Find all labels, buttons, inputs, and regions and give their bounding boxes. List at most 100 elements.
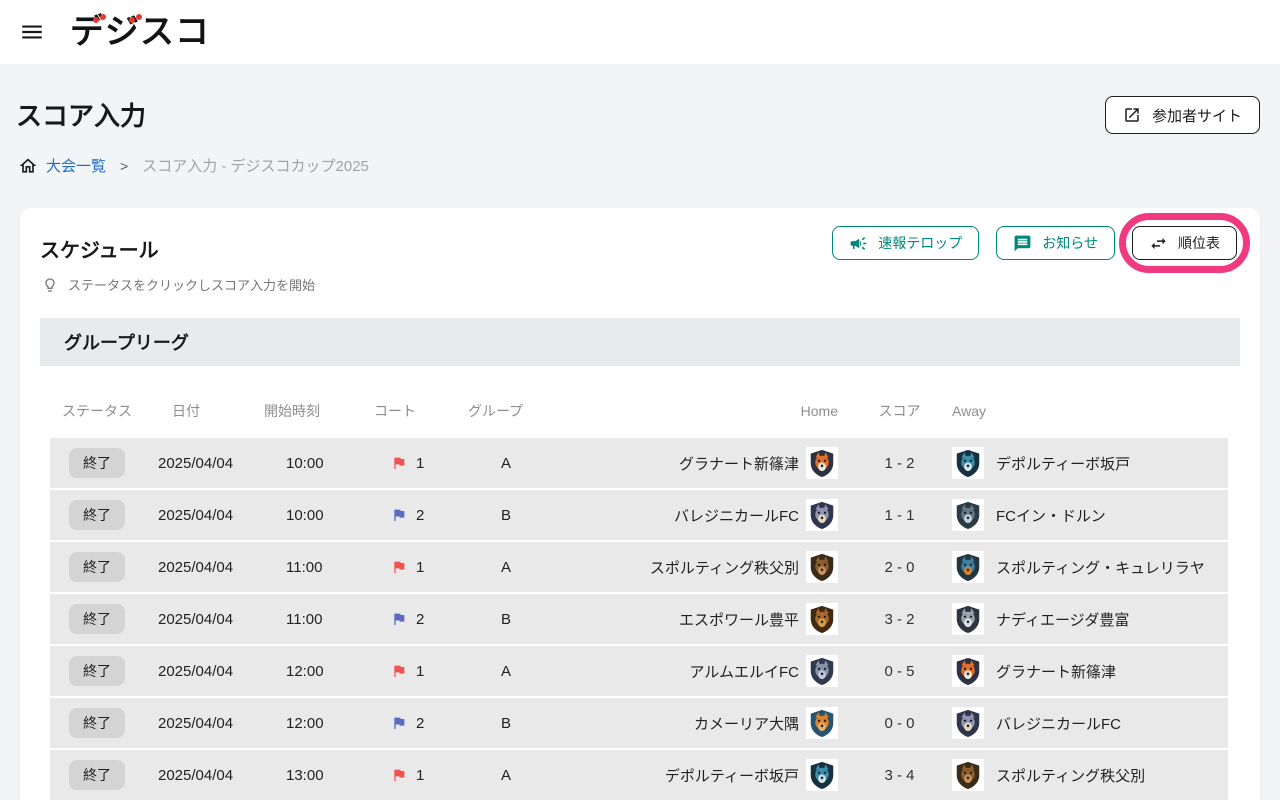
standings-button-label: 順位表: [1178, 233, 1220, 253]
away-team-logo: [952, 551, 984, 583]
match-time: 10:00: [250, 490, 355, 540]
logo-accent-dots: [93, 17, 99, 23]
away-team-name: デポルティーボ坂戸: [996, 438, 1228, 488]
breadcrumb-home-link[interactable]: 大会一覧: [18, 155, 106, 176]
megaphone-icon: [849, 234, 868, 253]
match-date: 2025/04/04: [150, 542, 250, 592]
home-team-name: グラナート新篠津: [555, 438, 799, 488]
breadcrumb-home-label: 大会一覧: [46, 155, 106, 176]
away-team-name: グラナート新篠津: [996, 646, 1228, 696]
status-button[interactable]: 終了: [69, 708, 125, 738]
court-number: 2: [416, 715, 424, 732]
away-team-logo: [952, 655, 984, 687]
match-score: 2 - 0: [847, 542, 952, 592]
app-logo[interactable]: デジスコ: [70, 15, 210, 49]
home-team-logo: [806, 707, 838, 739]
table-row: 終了 2025/04/04 11:00 1 A スポルティング秩父別 2 - 0…: [50, 542, 1228, 592]
away-team-logo: [952, 499, 984, 531]
table-row: 終了 2025/04/04 10:00 1 A グラナート新篠津 1 - 2 デ…: [50, 438, 1228, 488]
notice-button[interactable]: お知らせ: [996, 226, 1115, 260]
status-button[interactable]: 終了: [69, 500, 125, 530]
home-team-logo: [806, 603, 838, 635]
away-team-logo: [952, 707, 984, 739]
home-icon: [18, 156, 38, 176]
court-flag-icon: [391, 715, 407, 731]
table-header: ステータス 日付 開始時刻 コート グループ Home スコア Away: [50, 395, 1228, 427]
menu-icon: [19, 19, 45, 45]
standings-button[interactable]: 順位表: [1132, 226, 1237, 260]
home-team-logo: [806, 447, 838, 479]
court-number: 1: [416, 663, 424, 680]
court-cell: 1: [355, 750, 455, 800]
away-team-name: スポルティング・キュレリラヤ: [996, 542, 1228, 592]
header-group: グループ: [455, 395, 555, 427]
group-label: B: [455, 594, 555, 644]
court-flag-icon: [391, 507, 407, 523]
match-score: 1 - 2: [847, 438, 952, 488]
header-home: Home: [555, 395, 847, 427]
breadcrumb-separator: >: [116, 158, 132, 174]
chat-bubble-icon: [1013, 234, 1032, 253]
table-row: 終了 2025/04/04 10:00 2 B バレジニカールFC 1 - 1 …: [50, 490, 1228, 540]
status-button[interactable]: 終了: [69, 760, 125, 790]
match-date: 2025/04/04: [150, 698, 250, 748]
match-score: 3 - 2: [847, 594, 952, 644]
table-row: 終了 2025/04/04 12:00 2 B カメーリア大隅 0 - 0 バレ…: [50, 698, 1228, 748]
group-label: A: [455, 438, 555, 488]
match-score: 0 - 0: [847, 698, 952, 748]
match-score: 0 - 5: [847, 646, 952, 696]
match-time: 13:00: [250, 750, 355, 800]
away-team-logo: [952, 603, 984, 635]
participant-site-button[interactable]: 参加者サイト: [1105, 96, 1260, 134]
notice-button-label: お知らせ: [1042, 233, 1098, 253]
court-cell: 2: [355, 490, 455, 540]
header-score: スコア: [847, 395, 952, 427]
hamburger-menu-button[interactable]: [16, 16, 48, 48]
header-away: Away: [952, 395, 1228, 427]
match-date: 2025/04/04: [150, 750, 250, 800]
match-time: 11:00: [250, 594, 355, 644]
court-flag-icon: [391, 611, 407, 627]
away-team-name: ナディエージダ豊富: [996, 594, 1228, 644]
ticker-button-label: 速報テロップ: [878, 233, 962, 253]
court-cell: 2: [355, 594, 455, 644]
header-status: ステータス: [50, 395, 150, 427]
status-button[interactable]: 終了: [69, 656, 125, 686]
status-button[interactable]: 終了: [69, 448, 125, 478]
schedule-title: スケジュール: [40, 234, 159, 263]
away-team-name: スポルティング秩父別: [996, 750, 1228, 800]
status-button[interactable]: 終了: [69, 552, 125, 582]
court-flag-icon: [391, 663, 407, 679]
court-cell: 1: [355, 438, 455, 488]
match-date: 2025/04/04: [150, 490, 250, 540]
match-time: 12:00: [250, 698, 355, 748]
group-label: A: [455, 646, 555, 696]
schedule-card: スケジュール 速報テロップ お知らせ 順位表: [20, 208, 1260, 800]
lightbulb-icon: [42, 277, 58, 293]
group-label: B: [455, 698, 555, 748]
away-team-logo: [952, 447, 984, 479]
match-date: 2025/04/04: [150, 594, 250, 644]
home-team-name: デポルティーボ坂戸: [555, 750, 799, 800]
table-row: 終了 2025/04/04 12:00 1 A アルムエルイFC 0 - 5 グ…: [50, 646, 1228, 696]
court-cell: 2: [355, 698, 455, 748]
ticker-button[interactable]: 速報テロップ: [832, 226, 979, 260]
home-team-logo: [806, 655, 838, 687]
court-number: 1: [416, 559, 424, 576]
page-title: スコア入力: [16, 96, 1280, 133]
away-team-logo: [952, 759, 984, 791]
match-time: 11:00: [250, 542, 355, 592]
court-flag-icon: [391, 455, 407, 471]
home-team-logo: [806, 499, 838, 531]
app-bar: デジスコ: [0, 0, 1280, 64]
status-button[interactable]: 終了: [69, 604, 125, 634]
swap-arrows-icon: [1149, 234, 1168, 253]
home-team-logo: [806, 759, 838, 791]
court-number: 1: [416, 455, 424, 472]
external-link-icon: [1123, 106, 1141, 124]
header-time: 開始時刻: [250, 395, 355, 427]
match-date: 2025/04/04: [150, 646, 250, 696]
court-number: 2: [416, 507, 424, 524]
match-score: 3 - 4: [847, 750, 952, 800]
participant-site-label: 参加者サイト: [1152, 105, 1242, 126]
